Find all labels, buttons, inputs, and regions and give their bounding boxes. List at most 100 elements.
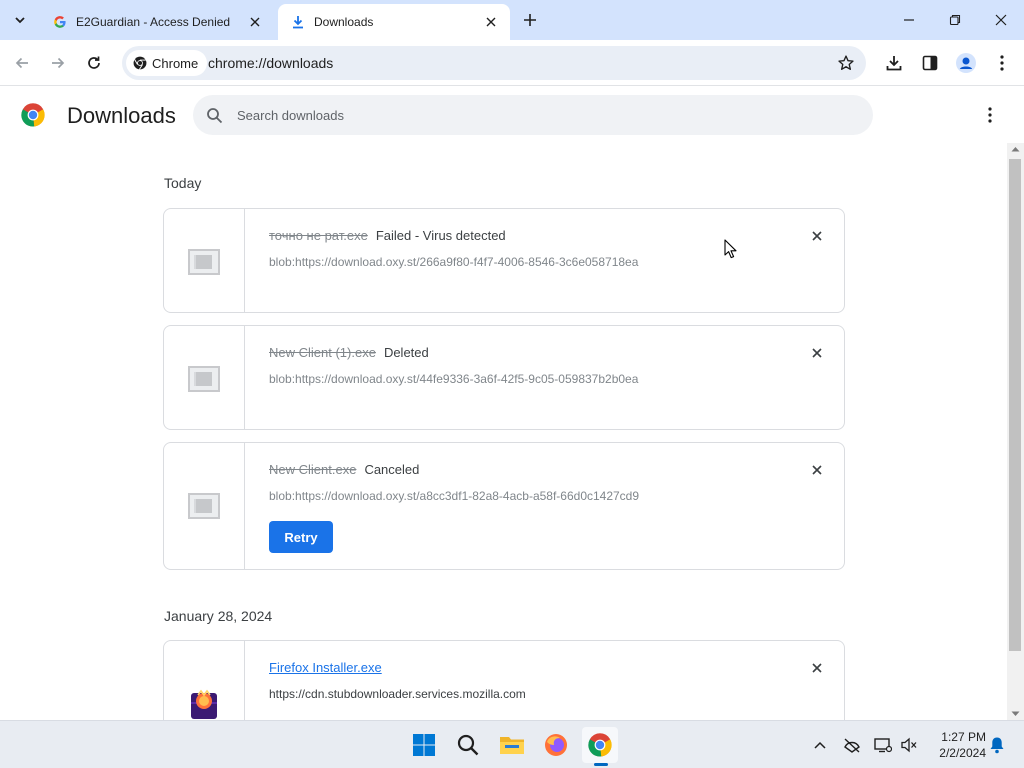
chrome-logo-icon bbox=[133, 56, 147, 70]
chip-label: Chrome bbox=[152, 55, 199, 71]
file-icon bbox=[188, 493, 220, 519]
chrome-menu-button[interactable] bbox=[988, 49, 1016, 77]
file-name-line: New Client.exe Canceled bbox=[269, 462, 419, 477]
tab-e2guardian[interactable]: E2Guardian - Access Denied bbox=[40, 4, 274, 40]
download-item: точно не рат.exe Failed - Virus detected … bbox=[163, 208, 845, 313]
start-button[interactable] bbox=[406, 727, 442, 763]
arrow-right-icon bbox=[52, 57, 65, 69]
scroll-thumb[interactable] bbox=[1009, 159, 1021, 651]
file-icon-column bbox=[164, 443, 245, 569]
file-explorer-button[interactable] bbox=[494, 727, 530, 763]
new-tab-button[interactable] bbox=[518, 8, 542, 32]
file-name: New Client (1).exe bbox=[269, 345, 376, 360]
restore-button[interactable] bbox=[932, 0, 978, 40]
file-icon-column bbox=[164, 641, 245, 720]
clock-date: 2/2/2024 bbox=[939, 746, 986, 760]
tab-downloads[interactable]: Downloads bbox=[278, 4, 510, 40]
scroll-up-icon[interactable] bbox=[1011, 146, 1020, 152]
volume-tray-button[interactable] bbox=[899, 735, 919, 755]
reload-icon bbox=[88, 56, 100, 69]
windows-start-icon bbox=[413, 734, 435, 756]
taskbar-search-button[interactable] bbox=[450, 727, 486, 763]
mouse-cursor-icon bbox=[724, 239, 737, 259]
chrome-icon bbox=[588, 733, 612, 757]
tray-overflow-button[interactable] bbox=[810, 735, 830, 755]
file-name-line: Firefox Installer.exe bbox=[269, 660, 382, 675]
download-status: Canceled bbox=[364, 462, 420, 477]
minimize-button[interactable] bbox=[886, 0, 932, 40]
system-clock[interactable]: 1:27 PM 2/2/2024 bbox=[928, 729, 986, 761]
url-text[interactable]: chrome://downloads bbox=[208, 55, 333, 71]
search-input[interactable] bbox=[237, 104, 837, 126]
download-icon bbox=[290, 14, 306, 30]
search-box[interactable] bbox=[193, 95, 873, 135]
file-name-line: New Client (1).exe Deleted bbox=[269, 345, 429, 360]
remove-item-button[interactable] bbox=[808, 344, 826, 362]
more-vert-icon bbox=[988, 107, 992, 123]
side-panel-button[interactable] bbox=[916, 49, 944, 77]
close-window-button[interactable] bbox=[978, 0, 1024, 40]
close-icon bbox=[812, 465, 822, 475]
tab-close-icon[interactable] bbox=[482, 13, 500, 31]
date-heading: January 28, 2024 bbox=[164, 608, 273, 624]
close-icon bbox=[812, 348, 822, 358]
file-icon bbox=[188, 366, 220, 392]
display-tray-button[interactable] bbox=[873, 735, 893, 755]
search-icon bbox=[207, 108, 223, 124]
avatar-icon bbox=[956, 53, 976, 73]
downloads-button[interactable] bbox=[880, 49, 908, 77]
retry-button[interactable]: Retry bbox=[269, 521, 333, 553]
network-off-icon bbox=[844, 738, 860, 753]
clock-time: 1:27 PM bbox=[941, 730, 986, 744]
file-icon-column bbox=[164, 326, 245, 429]
plus-icon bbox=[524, 14, 536, 26]
file-name-link[interactable]: Firefox Installer.exe bbox=[269, 660, 382, 675]
scroll-down-icon[interactable] bbox=[1011, 711, 1020, 717]
page-title: Downloads bbox=[67, 103, 176, 128]
remove-item-button[interactable] bbox=[808, 227, 826, 245]
forward-button[interactable] bbox=[44, 49, 72, 77]
tab-search-button[interactable] bbox=[7, 8, 33, 32]
file-name-line: точно не рат.exe Failed - Virus detected bbox=[269, 228, 506, 243]
reload-button[interactable] bbox=[80, 49, 108, 77]
active-app-indicator bbox=[594, 763, 608, 766]
download-item: New Client (1).exe Deleted blob:https://d… bbox=[163, 325, 845, 430]
file-url: https://cdn.stubdownloader.services.mozi… bbox=[269, 687, 526, 701]
downloads-header: Downloads bbox=[0, 87, 1024, 143]
address-bar[interactable]: Chrome chrome://downloads bbox=[122, 46, 866, 80]
chrome-logo-icon bbox=[21, 103, 45, 127]
network-tray-button[interactable] bbox=[842, 735, 862, 755]
file-name: точно не рат.exe bbox=[269, 228, 368, 243]
file-icon-column bbox=[164, 209, 245, 312]
search-icon bbox=[457, 734, 479, 756]
download-item: Firefox Installer.exe https://cdn.stubdo… bbox=[163, 640, 845, 720]
monitor-icon bbox=[874, 738, 892, 753]
profile-button[interactable] bbox=[952, 49, 980, 77]
close-icon bbox=[995, 14, 1007, 26]
file-name: New Client.exe bbox=[269, 462, 357, 477]
close-icon bbox=[812, 231, 822, 241]
firefox-icon bbox=[545, 734, 567, 756]
firefox-taskbar-button[interactable] bbox=[538, 727, 574, 763]
page-scrollbar[interactable] bbox=[1007, 143, 1024, 720]
bookmark-button[interactable] bbox=[834, 51, 858, 75]
bell-icon bbox=[990, 737, 1004, 754]
file-explorer-icon bbox=[500, 737, 524, 754]
download-item: New Client.exe Canceled blob:https://down… bbox=[163, 442, 845, 570]
remove-item-button[interactable] bbox=[808, 659, 826, 677]
volume-muted-icon bbox=[901, 737, 917, 753]
download-status: Deleted bbox=[383, 345, 429, 360]
tab-strip: E2Guardian - Access Denied Downloads bbox=[0, 0, 1024, 40]
downloads-menu-button[interactable] bbox=[978, 103, 1002, 127]
star-icon bbox=[838, 55, 854, 70]
tab-close-icon[interactable] bbox=[246, 13, 264, 31]
back-button[interactable] bbox=[8, 49, 36, 77]
downloads-list: Today точно не рат.exe Failed - Virus det… bbox=[0, 143, 1007, 720]
site-info-chip[interactable]: Chrome bbox=[126, 50, 208, 76]
remove-item-button[interactable] bbox=[808, 461, 826, 479]
chrome-taskbar-button[interactable] bbox=[582, 727, 618, 763]
notifications-button[interactable] bbox=[987, 735, 1007, 755]
tab-title: Downloads bbox=[314, 15, 374, 29]
file-url: blob:https://download.oxy.st/44fe9336-3a… bbox=[269, 372, 639, 386]
taskbar: 1:27 PM 2/2/2024 bbox=[0, 720, 1024, 768]
